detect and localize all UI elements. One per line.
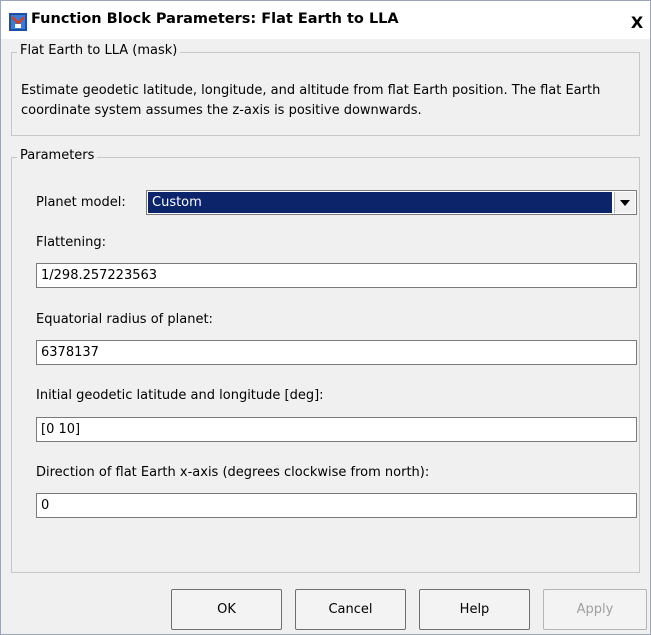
equatorial-radius-input[interactable]: 6378137: [36, 340, 637, 365]
dialog-window: Function Block Parameters: Flat Earth to…: [0, 0, 651, 635]
simulink-block-icon: [9, 13, 27, 31]
help-button[interactable]: Help: [419, 589, 530, 630]
initial-latlon-label: Initial geodetic latitude and longitude …: [36, 388, 324, 403]
x-axis-direction-label: Direction of flat Earth x-axis (degrees …: [36, 465, 430, 480]
flattening-input[interactable]: 1/298.257223563: [36, 263, 637, 288]
mask-group-title: Flat Earth to LLA (mask): [17, 43, 181, 58]
mask-description: Estimate geodetic latitude, longitude, a…: [21, 83, 601, 118]
close-icon[interactable]: X: [627, 13, 647, 33]
initial-latlon-input[interactable]: [0 10]: [36, 417, 637, 442]
cancel-button[interactable]: Cancel: [295, 589, 406, 630]
equatorial-radius-label: Equatorial radius of planet:: [36, 312, 213, 327]
window-title: Function Block Parameters: Flat Earth to…: [31, 11, 399, 27]
apply-button[interactable]: Apply: [543, 589, 647, 630]
planet-model-dropdown[interactable]: Custom: [146, 190, 637, 215]
x-axis-direction-input[interactable]: 0: [36, 493, 637, 518]
flattening-label: Flattening:: [36, 235, 106, 250]
planet-model-label: Planet model:: [36, 195, 126, 210]
title-bar[interactable]: Function Block Parameters: Flat Earth to…: [1, 1, 650, 39]
chevron-down-icon[interactable]: [614, 192, 635, 213]
parameters-group-title: Parameters: [17, 148, 98, 163]
ok-button[interactable]: OK: [171, 589, 282, 630]
planet-model-selected: Custom: [148, 192, 612, 213]
